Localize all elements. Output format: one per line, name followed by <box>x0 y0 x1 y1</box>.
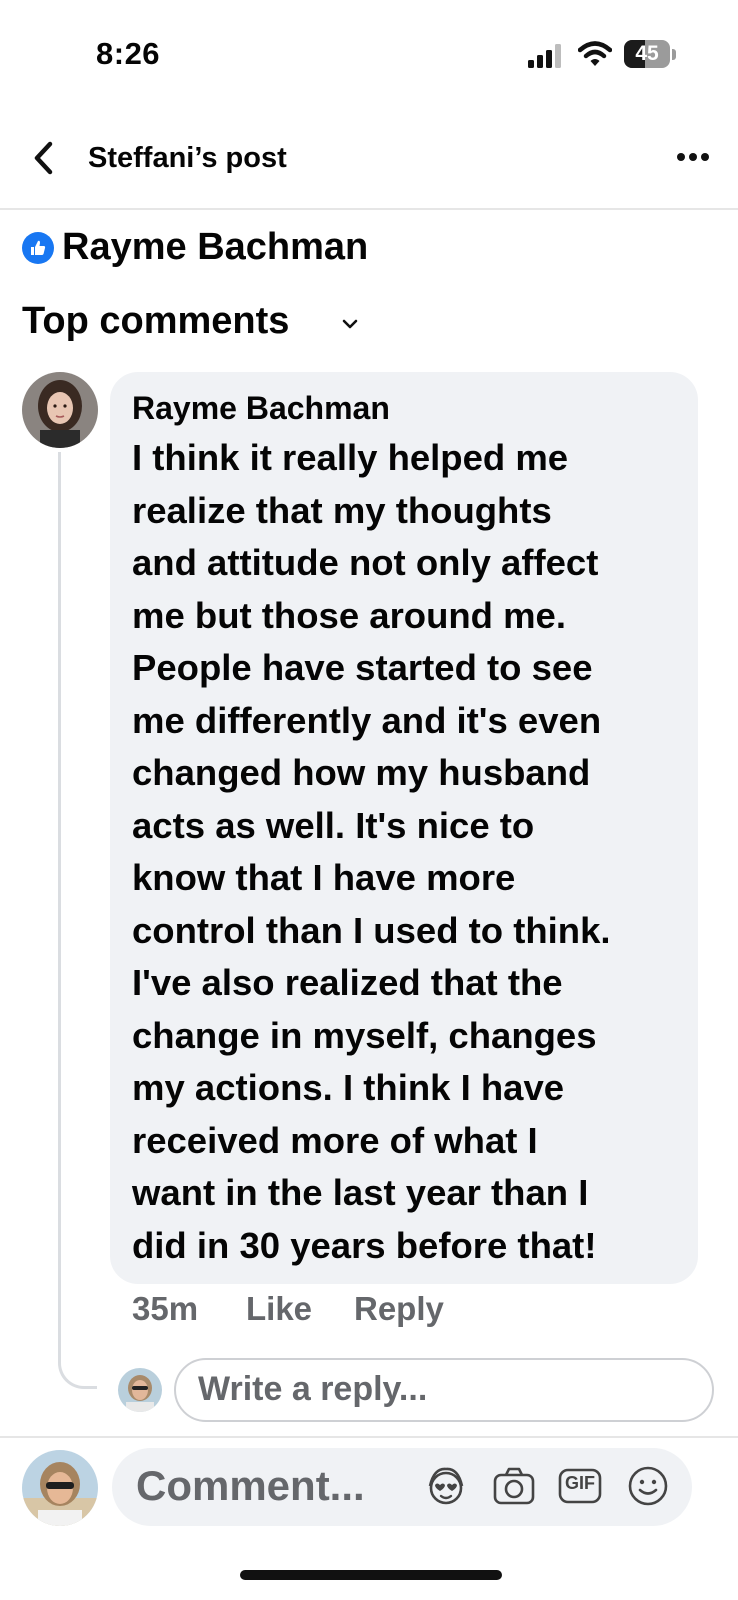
status-time: 8:26 <box>96 36 161 71</box>
battery-icon: 45 <box>624 40 676 70</box>
current-user-avatar-small <box>118 1368 162 1412</box>
wifi-icon <box>578 41 612 66</box>
more-options-icon[interactable] <box>676 152 710 162</box>
comment-line: me differently and it's even <box>132 699 602 741</box>
comment-line: I've also realized that the <box>132 962 563 1003</box>
comment-author[interactable]: Rayme Bachman <box>132 390 390 427</box>
cellular-signal-icon <box>528 44 561 68</box>
comment-line: People have started to see <box>132 647 593 688</box>
comments-filter-label[interactable]: Top comments <box>22 300 289 343</box>
like-button[interactable]: Like <box>246 1290 312 1328</box>
comment-line: me but those around me. <box>132 594 566 636</box>
emoji-icon[interactable] <box>626 1464 670 1508</box>
comment-line: know that I have more <box>132 857 516 898</box>
like-reaction-icon <box>22 232 54 264</box>
comment-line: changed how my husband <box>132 752 591 793</box>
comment-line: I think it really helped me <box>132 437 569 478</box>
comment-line: control than I used to think. <box>132 909 611 951</box>
reply-button[interactable]: Reply <box>354 1290 444 1328</box>
comment-line: and attitude not only affect <box>132 542 599 583</box>
chevron-down-icon[interactable] <box>342 318 358 330</box>
comment-line: change in myself, changes <box>132 1014 597 1056</box>
comment-line: acts as well. It's nice to <box>132 804 535 846</box>
comment-line: did in 30 years before that! <box>132 1224 597 1266</box>
reply-input-placeholder[interactable]: Write a reply... <box>198 1370 427 1409</box>
comment-line: want in the last year than I <box>132 1172 589 1213</box>
composer-divider <box>0 1436 738 1438</box>
reactor-name[interactable]: Rayme Bachman <box>62 226 368 269</box>
comment-input-placeholder[interactable]: Comment... <box>136 1462 365 1510</box>
commenter-avatar[interactable] <box>22 372 98 448</box>
comment-line: received more of what I <box>132 1119 538 1161</box>
comment-timestamp: 35m <box>132 1290 199 1327</box>
comment-line: my actions. I think I have <box>132 1067 565 1108</box>
battery-level: 45 <box>635 42 659 65</box>
gif-icon[interactable]: GIF <box>558 1464 602 1508</box>
page-title: Steffani’s post <box>88 142 287 174</box>
camera-icon[interactable] <box>492 1464 536 1508</box>
current-user-avatar <box>22 1450 98 1526</box>
thread-connector <box>58 452 97 1389</box>
avatar-sticker-icon[interactable] <box>424 1464 468 1508</box>
home-indicator[interactable] <box>240 1570 502 1580</box>
back-arrow-icon[interactable] <box>30 140 58 176</box>
gif-label: GIF <box>565 1473 595 1493</box>
comment-text: I think it really helped me realize that… <box>132 432 692 1272</box>
header-divider <box>0 208 738 210</box>
comment-line: realize that my thoughts <box>132 489 552 531</box>
